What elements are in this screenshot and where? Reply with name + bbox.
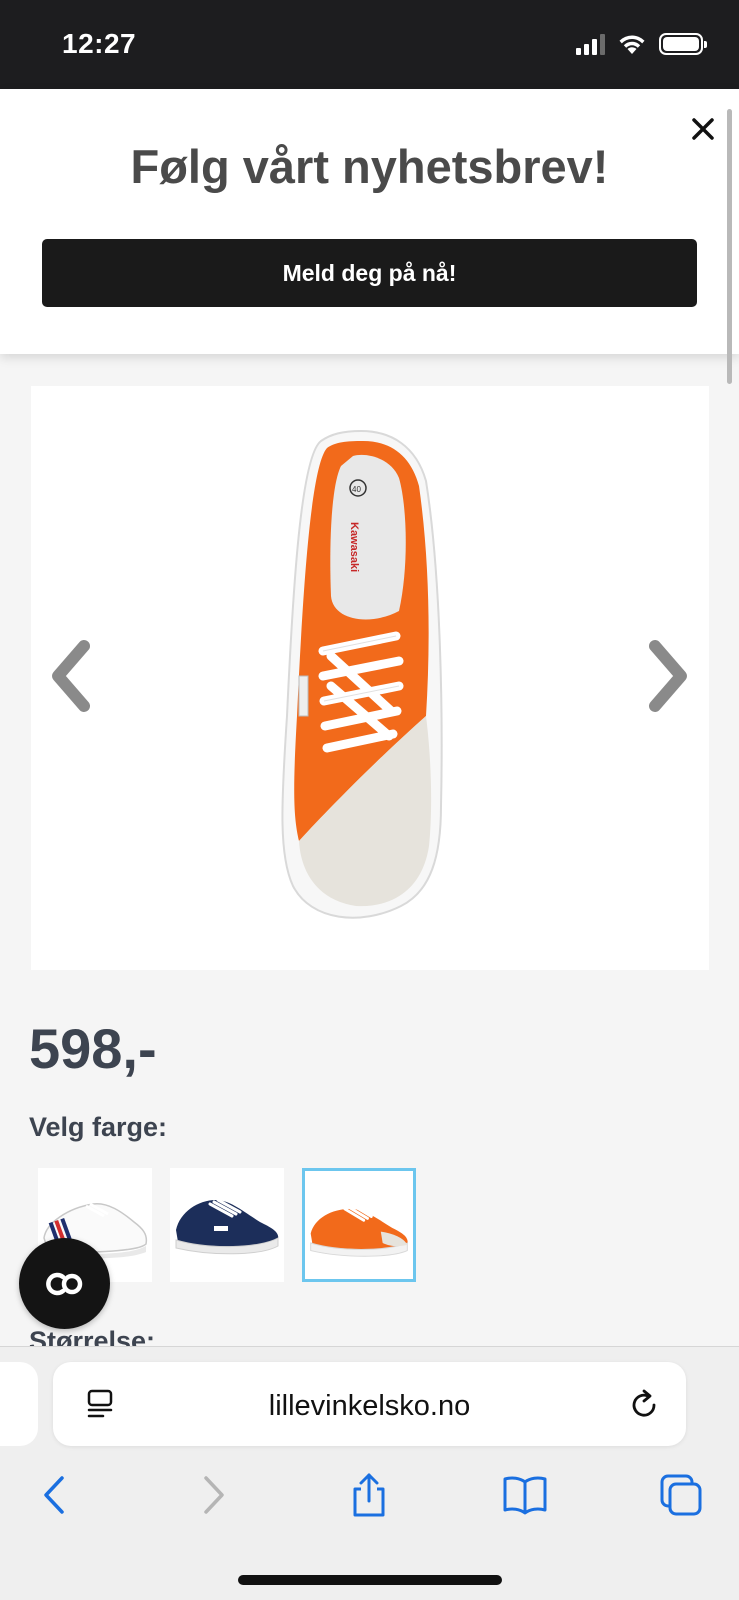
product-image-carousel: 40 Kawasaki bbox=[31, 386, 709, 970]
previous-tab-preview[interactable] bbox=[0, 1362, 38, 1446]
chat-button[interactable] bbox=[19, 1238, 110, 1329]
carousel-next-arrow-icon[interactable] bbox=[643, 636, 693, 716]
newsletter-title: Følg vårt nyhetsbrev! bbox=[130, 140, 609, 193]
reload-icon[interactable] bbox=[627, 1388, 661, 1422]
tabs-icon[interactable] bbox=[658, 1472, 704, 1518]
page-scrollbar[interactable] bbox=[727, 109, 732, 384]
color-select-label: Velg farge: bbox=[29, 1112, 168, 1142]
product-price: 598,- bbox=[29, 1017, 157, 1080]
status-bar: 12:27 bbox=[0, 0, 739, 89]
address-bar[interactable]: lillevinkelsko.no bbox=[53, 1362, 686, 1446]
orange-shoe-thumbnail bbox=[310, 1203, 408, 1257]
product-shoe-image: 40 Kawasaki bbox=[281, 429, 443, 919]
status-time: 12:27 bbox=[62, 28, 137, 59]
wifi-icon bbox=[619, 35, 645, 54]
color-swatch-navy[interactable] bbox=[170, 1168, 284, 1282]
status-icons bbox=[576, 33, 707, 55]
size-select-label: Størrelse: bbox=[29, 1326, 156, 1346]
home-indicator bbox=[238, 1575, 502, 1585]
newsletter-signup-button[interactable]: Meld deg på nå! bbox=[42, 239, 697, 307]
forward-icon[interactable] bbox=[190, 1472, 236, 1518]
share-icon[interactable] bbox=[346, 1472, 392, 1518]
svg-text:Kawasaki: Kawasaki bbox=[348, 522, 360, 572]
browser-bottom-bar: lillevinkelsko.no bbox=[0, 1346, 739, 1600]
newsletter-banner: Følg vårt nyhetsbrev! Meld deg på nå! bbox=[0, 89, 739, 354]
cellular-signal-icon bbox=[576, 33, 605, 55]
close-icon[interactable] bbox=[688, 114, 718, 144]
chat-icon bbox=[45, 1272, 82, 1295]
battery-icon bbox=[659, 33, 707, 55]
carousel-prev-arrow-icon[interactable] bbox=[46, 636, 96, 716]
color-swatch-orange[interactable] bbox=[302, 1168, 416, 1282]
url-text: lillevinkelsko.no bbox=[268, 1390, 471, 1422]
navy-shoe-thumbnail bbox=[175, 1198, 279, 1255]
bookmarks-icon[interactable] bbox=[502, 1472, 548, 1518]
svg-text:40: 40 bbox=[352, 485, 361, 494]
back-icon[interactable] bbox=[32, 1472, 78, 1518]
